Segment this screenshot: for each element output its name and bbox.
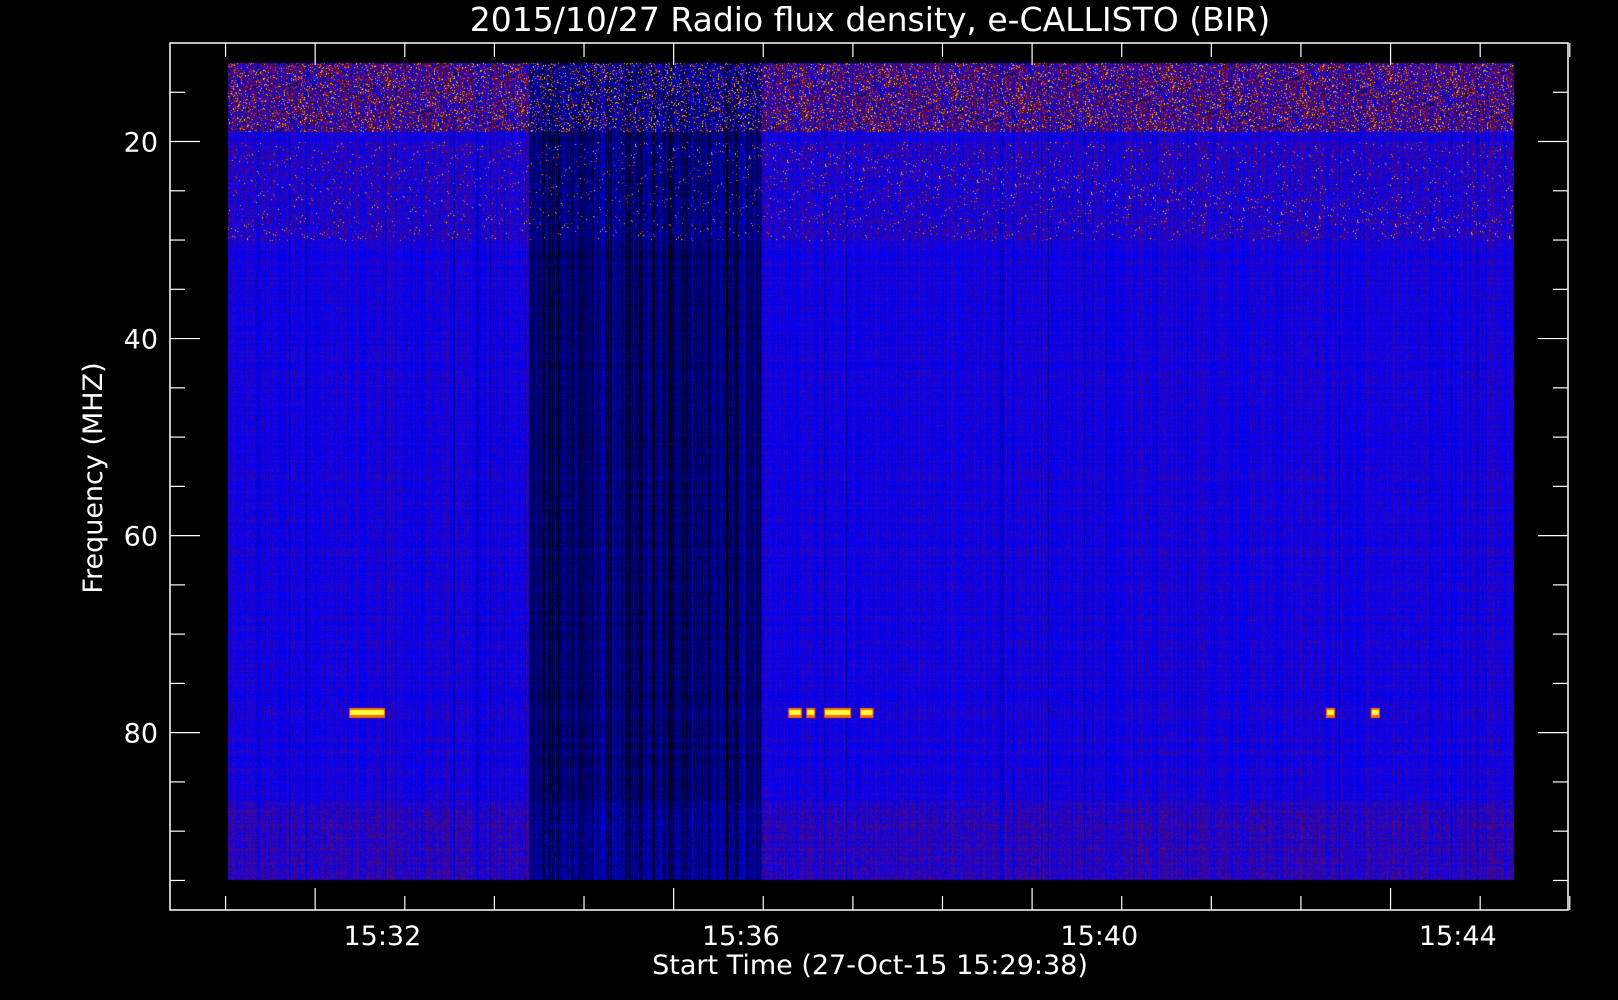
chart-title: 2015/10/27 Radio flux density, e-CALLIST… [470, 0, 1271, 39]
y-tick-label: 20 [124, 128, 158, 159]
y-axis-ticks: 20 40 60 80 [124, 91, 1568, 882]
y-tick-label: 60 [124, 522, 158, 553]
x-axis-ticks: 15:32 15:36 15:40 15:44 [224, 43, 1571, 952]
x-tick-label: 15:44 [1419, 921, 1497, 952]
x-tick-label: 15:36 [702, 921, 780, 952]
x-tick-label: 15:32 [343, 921, 421, 952]
x-axis-label: Start Time (27-Oct-15 15:29:38) [652, 950, 1088, 981]
x-tick-label: 15:40 [1060, 921, 1138, 952]
y-tick-label: 40 [124, 325, 158, 356]
spectrogram-figure: 2015/10/27 Radio flux density, e-CALLIST… [0, 0, 1618, 1000]
y-tick-label: 80 [124, 719, 158, 750]
plot-frame [169, 42, 1569, 911]
chart-axes: 2015/10/27 Radio flux density, e-CALLIST… [78, 0, 1571, 981]
y-axis-label: Frequency (MHZ) [78, 362, 109, 593]
